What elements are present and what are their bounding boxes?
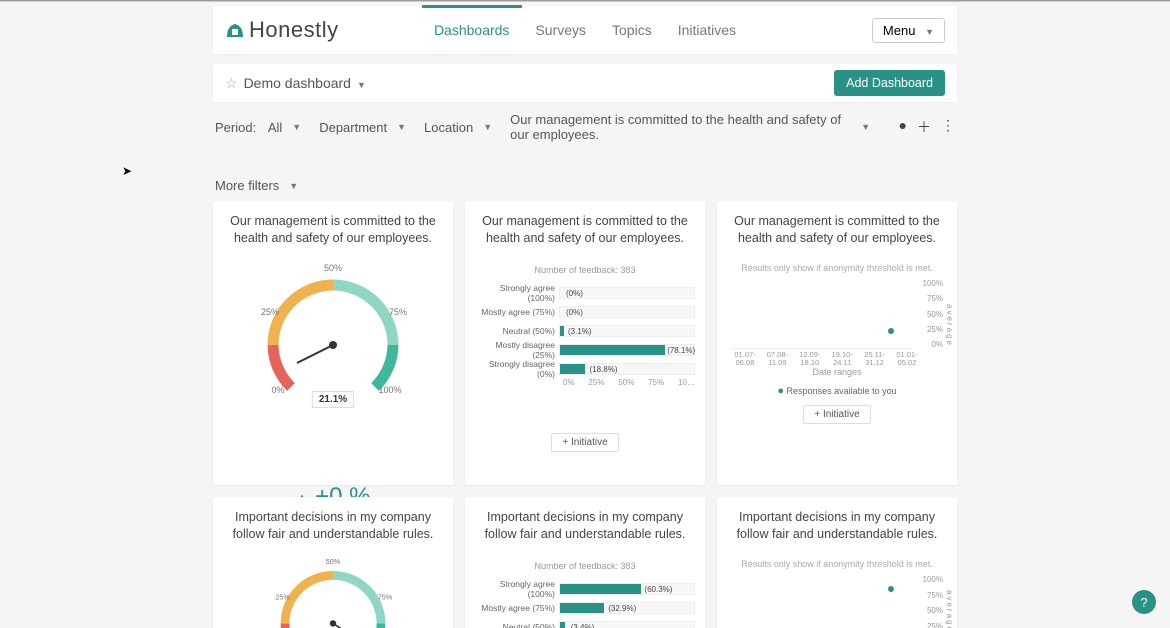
- card-bar-2: Important decisions in my company follow…: [465, 497, 705, 628]
- help-fab[interactable]: ?: [1132, 590, 1156, 614]
- line-chart: 100% 75% 50% 25% 0% average 01.07- 06.08…: [731, 279, 943, 367]
- more-icon[interactable]: ⋮: [941, 117, 955, 137]
- card-bar-1: Our management is committed to the healt…: [465, 201, 705, 485]
- svg-text:25%: 25%: [275, 592, 290, 601]
- gauge-value: 21.1%: [312, 391, 354, 408]
- main-nav: Dashboards Surveys Topics Initiatives: [434, 9, 736, 51]
- svg-text:50%: 50%: [326, 557, 341, 566]
- nav-initiatives[interactable]: Initiatives: [678, 9, 736, 51]
- brand-text: Honestly: [249, 17, 339, 43]
- filter-department[interactable]: Department▼: [319, 120, 406, 135]
- initiative-button[interactable]: Initiative: [803, 405, 870, 424]
- nav-dashboards[interactable]: Dashboards: [434, 9, 510, 51]
- dashboard-subheader: ☆ Demo dashboard▼ Add Dashboard: [213, 64, 957, 102]
- filter-bar: Period: All▼ Department▼ Location▼ Our m…: [213, 102, 957, 201]
- chevron-down-icon: ▼: [357, 80, 366, 90]
- svg-text:0%: 0%: [271, 385, 284, 395]
- card-title: Important decisions in my company follow…: [223, 509, 443, 543]
- feedback-count: Number of feedback: 383: [475, 265, 695, 275]
- dashboard-title[interactable]: Demo dashboard▼: [244, 75, 366, 91]
- card-title: Our management is committed to the healt…: [223, 213, 443, 247]
- gauge-chart: 50% 25% 75% 0% 100%: [248, 257, 418, 407]
- svg-text:25%: 25%: [261, 307, 279, 317]
- filter-location[interactable]: Location▼: [424, 120, 492, 135]
- nav-surveys[interactable]: Surveys: [535, 9, 586, 51]
- svg-text:75%: 75%: [378, 592, 393, 601]
- line-chart: 100% 75% 50% 25% average: [731, 575, 943, 628]
- card-title: Important decisions in my company follow…: [727, 509, 947, 543]
- card-title: Our management is committed to the healt…: [475, 213, 695, 247]
- brand-logo: Honestly: [225, 17, 339, 43]
- chevron-down-icon: ▼: [925, 27, 934, 37]
- menu-button[interactable]: Menu ▼: [872, 18, 945, 43]
- card-line-2: Important decisions in my company follow…: [717, 497, 957, 628]
- svg-text:100%: 100%: [378, 385, 401, 395]
- card-title: Our management is committed to the healt…: [727, 213, 947, 247]
- brand-icon: [225, 20, 245, 40]
- plus-icon[interactable]: ＋: [917, 117, 931, 137]
- add-dashboard-button[interactable]: Add Dashboard: [834, 70, 945, 96]
- svg-text:50%: 50%: [324, 263, 342, 273]
- anonymity-note: Results only show if anonymity threshold…: [727, 263, 947, 273]
- cards-grid: Our management is committed to the healt…: [213, 201, 957, 628]
- card-gauge-1: Our management is committed to the healt…: [213, 201, 453, 485]
- star-icon[interactable]: ☆: [225, 75, 238, 92]
- card-gauge-2: Important decisions in my company follow…: [213, 497, 453, 628]
- filter-question[interactable]: Our management is committed to the healt…: [510, 112, 870, 142]
- gauge-chart: 50% 25% 75%: [248, 553, 418, 628]
- anonymity-note: Results only show if anonymity threshold…: [727, 559, 947, 569]
- feedback-count: Number of feedback: 383: [475, 561, 695, 571]
- chart-legend: ● Responses available to you: [727, 385, 947, 397]
- initiative-button[interactable]: Initiative: [551, 433, 618, 452]
- filter-more[interactable]: More filters▼: [215, 178, 298, 193]
- mouse-cursor: ➤: [122, 164, 132, 178]
- card-line-1: Our management is committed to the healt…: [717, 201, 957, 485]
- filter-period[interactable]: Period: All▼: [215, 120, 301, 135]
- info-icon[interactable]: ●: [899, 117, 907, 137]
- card-title: Important decisions in my company follow…: [475, 509, 695, 543]
- svg-text:75%: 75%: [389, 307, 407, 317]
- xaxis-label: Date ranges: [727, 367, 947, 377]
- app-header: Honestly Dashboards Surveys Topics Initi…: [213, 6, 957, 54]
- nav-topics[interactable]: Topics: [612, 9, 652, 51]
